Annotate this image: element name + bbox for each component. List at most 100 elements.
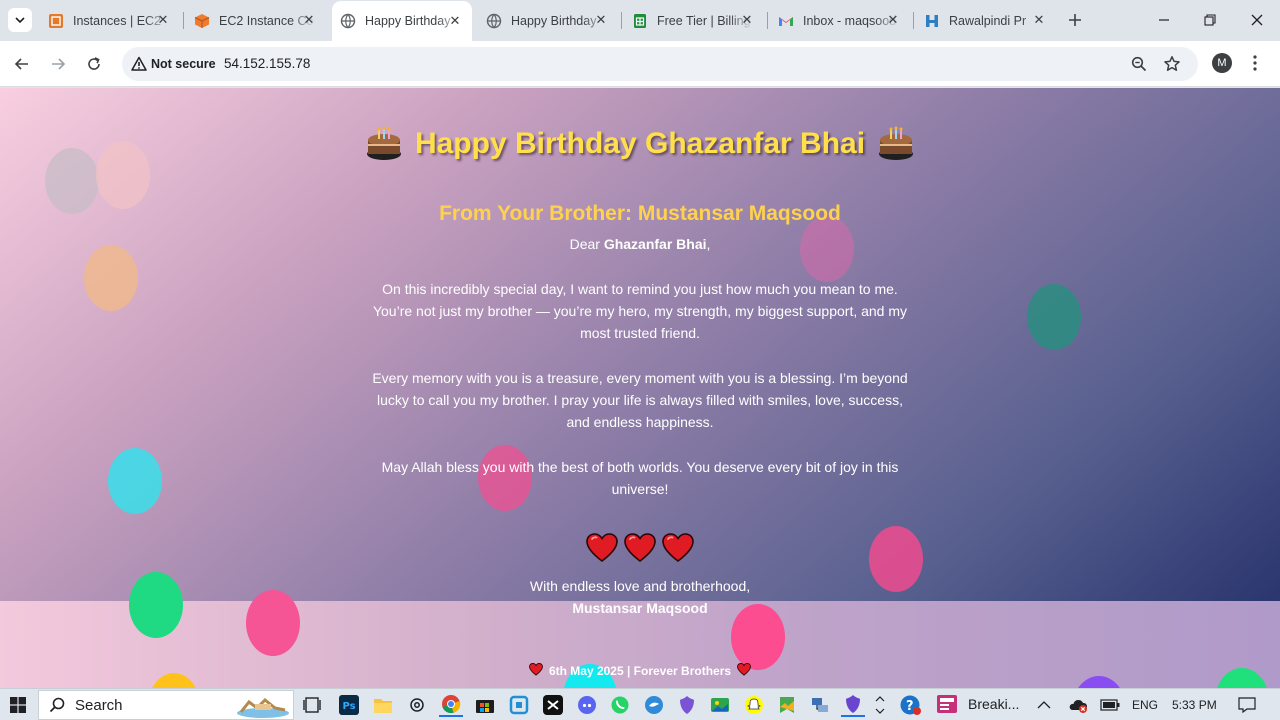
clock[interactable]: 5:33 PM <box>1172 695 1217 715</box>
subtitle: From Your Brother: Mustansar Maqsood <box>439 202 841 225</box>
back-button[interactable] <box>9 51 35 77</box>
arrow-left-icon <box>14 58 28 70</box>
settings-gear-icon[interactable] <box>405 693 429 717</box>
zoom-icon[interactable] <box>1130 55 1148 73</box>
forward-button[interactable] <box>45 51 71 77</box>
photoshop-icon[interactable]: Ps <box>337 693 361 717</box>
taskbar-search-box[interactable]: Search <box>38 690 294 720</box>
snapchat-icon[interactable] <box>742 693 766 717</box>
task-view-icon[interactable] <box>300 693 324 717</box>
hearts-row <box>340 532 940 568</box>
network-tool-icon[interactable] <box>808 693 832 717</box>
site-info-chip[interactable]: Not secure <box>131 56 216 72</box>
photos-icon[interactable] <box>708 693 732 717</box>
screen-capture-icon[interactable] <box>507 693 531 717</box>
tab-strip: Instances | EC2 ✕ EC2 Instance Connect ✕… <box>0 0 1280 41</box>
capcut-icon[interactable] <box>541 693 565 717</box>
tab-happy-birthday-active[interactable]: Happy Birthday ✕ <box>332 1 472 41</box>
close-icon[interactable]: ✕ <box>1032 12 1046 27</box>
address-bar[interactable]: Not secure 54.152.155.78 <box>122 47 1198 81</box>
news-label: Breaki... <box>968 696 1020 712</box>
close-icon[interactable]: ✕ <box>886 12 900 27</box>
aws-orange-icon <box>48 13 64 29</box>
gallery-icon[interactable] <box>775 693 799 717</box>
bird-app-icon[interactable] <box>642 693 666 717</box>
footer-text: 6th May 2025 | Forever Brothers <box>548 664 732 678</box>
page-title: Happy Birthday Ghazanfar Bhai <box>340 118 940 170</box>
browser-toolbar: Not secure 54.152.155.78 M <box>0 41 1280 87</box>
taskbar: Search Ps ? Breaki... ENG 5:33 PM <box>0 688 1280 720</box>
tab-title: Happy Birthday <box>365 14 451 28</box>
letter-paragraph: May Allah bless you with the best of bot… <box>381 459 899 497</box>
tab-divider <box>621 12 622 29</box>
profile-avatar[interactable]: M <box>1212 53 1232 73</box>
help-icon[interactable]: ? <box>898 693 922 717</box>
minimize-button[interactable] <box>1141 0 1187 40</box>
gmail-icon <box>778 13 794 29</box>
onedrive-cloud-icon[interactable] <box>1068 695 1088 715</box>
heart-icon <box>586 532 618 564</box>
notification-icon[interactable] <box>1238 695 1256 715</box>
tab-inbox[interactable]: Inbox - maqsood ✕ <box>770 6 910 35</box>
close-icon[interactable]: ✕ <box>594 12 608 27</box>
birthday-cake-icon <box>365 125 403 163</box>
battery-icon[interactable] <box>1100 695 1120 715</box>
windows-logo-icon <box>10 697 26 713</box>
show-hidden-icons-chevron-icon[interactable] <box>1037 695 1051 715</box>
file-explorer-icon[interactable] <box>371 693 395 717</box>
letter-body: Dear Ghazanfar Bhai, On this incredibly … <box>340 233 940 500</box>
svg-text:Ps: Ps <box>343 701 356 712</box>
restore-button[interactable] <box>1187 0 1233 40</box>
security-label: Not secure <box>151 57 216 71</box>
close-icon[interactable]: ✕ <box>740 12 754 27</box>
balloon <box>1027 284 1081 350</box>
warning-triangle-icon <box>131 56 147 72</box>
tab-ec2-connect[interactable]: EC2 Instance Connect ✕ <box>186 6 326 35</box>
tab-free-tier[interactable]: Free Tier | Billing ✕ <box>624 6 764 35</box>
store-icon[interactable] <box>473 693 497 717</box>
web-page: Happy Birthday Ghazanfar Bhai From Your … <box>0 88 1280 688</box>
heart-icon <box>529 662 543 679</box>
more-menu-icon[interactable] <box>1246 53 1264 73</box>
whatsapp-icon[interactable] <box>608 693 632 717</box>
vpn-shield-icon[interactable] <box>675 693 699 717</box>
balloon <box>45 148 99 214</box>
search-icon <box>49 697 65 713</box>
minimize-icon <box>1159 19 1169 21</box>
url-text[interactable]: 54.152.155.78 <box>224 56 310 71</box>
close-icon[interactable]: ✕ <box>156 12 170 27</box>
close-icon[interactable]: ✕ <box>302 12 316 27</box>
balloon <box>84 245 138 311</box>
birthday-card: Happy Birthday Ghazanfar Bhai From Your … <box>340 118 940 619</box>
new-tab-button[interactable] <box>1066 11 1084 29</box>
tab-instances[interactable]: Instances | EC2 ✕ <box>40 6 180 35</box>
news-widget[interactable]: Breaki... <box>936 693 1019 715</box>
balloon <box>246 590 300 656</box>
language-indicator[interactable]: ENG <box>1132 695 1158 715</box>
chrome-icon[interactable] <box>439 693 463 717</box>
tab-divider <box>767 12 768 29</box>
tab-search-button[interactable] <box>8 8 32 32</box>
tab-happy-birthday[interactable]: Happy Birthday ✕ <box>478 6 618 35</box>
title-text: Happy Birthday Ghazanfar Bhai <box>414 127 866 160</box>
discord-icon[interactable] <box>575 693 599 717</box>
tab-title: Free Tier | Billing <box>657 13 751 28</box>
taskbar-scroll-arrows[interactable] <box>873 693 887 717</box>
tab-title: Happy Birthday <box>511 13 597 28</box>
start-button[interactable] <box>0 689 36 720</box>
vpn-shield-icon[interactable] <box>841 693 865 717</box>
search-placeholder: Search <box>75 696 123 714</box>
greeting-name: Ghazanfar Bhai <box>603 236 707 252</box>
heart-icon <box>737 662 751 679</box>
signature: Mustansar Maqsood <box>572 600 708 616</box>
chevron-down-icon <box>15 17 25 24</box>
tab-title: Instances | EC2 <box>73 13 162 28</box>
reload-button[interactable] <box>81 51 107 77</box>
h-logo-icon <box>924 13 940 29</box>
bookmark-star-icon[interactable] <box>1163 55 1181 73</box>
close-window-button[interactable] <box>1234 0 1280 40</box>
close-icon[interactable]: ✕ <box>448 13 462 28</box>
tab-divider <box>913 12 914 29</box>
closing: With endless love and brotherhood, Musta… <box>340 575 940 619</box>
tab-rawalpindi[interactable]: Rawalpindi Pr ✕ <box>916 6 1056 35</box>
